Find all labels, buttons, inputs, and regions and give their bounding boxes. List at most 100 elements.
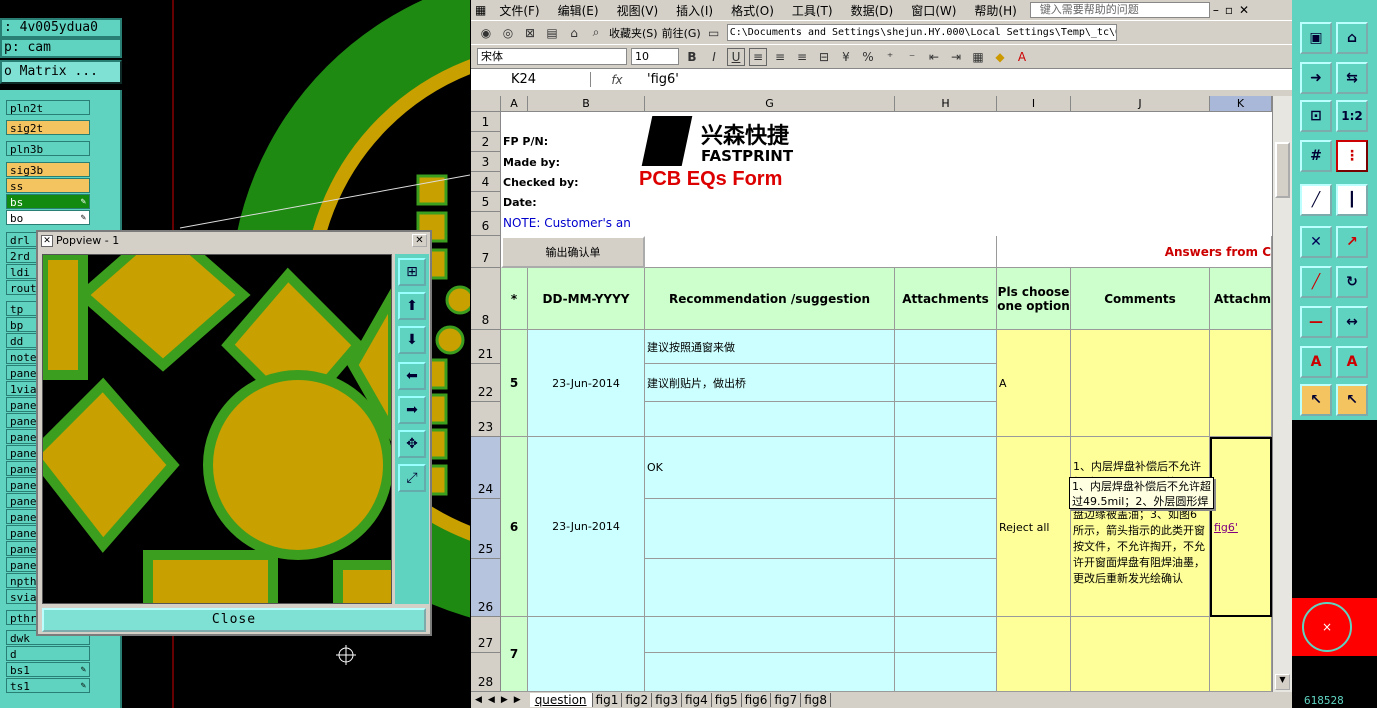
tab-fig6[interactable]: fig6 [742,693,772,707]
text-a-icon[interactable]: A [1300,346,1332,378]
tab-fig1[interactable]: fig1 [593,693,623,707]
record-number[interactable]: 5 [501,330,528,437]
move-icon[interactable]: ➜ [1300,62,1332,94]
vertical-scrollbar[interactable]: ▼ [1272,96,1292,692]
layer-item-ss[interactable]: ss [6,178,90,193]
text-edit-icon[interactable]: A [1336,346,1368,378]
line-icon[interactable]: ╱ [1300,184,1332,216]
back-icon[interactable]: ◉ [477,24,495,42]
popview-canvas[interactable] [42,254,392,604]
attachment-link-cell[interactable]: fig6' [1210,437,1272,617]
comments-cell[interactable] [1071,330,1210,437]
recommendation-cell[interactable] [645,499,895,559]
italic-button[interactable]: I [705,48,723,66]
close-icon[interactable]: ✕ [1236,3,1252,17]
home-icon[interactable]: ⌂ [565,24,583,42]
pan-up-icon[interactable]: ⬆ [398,292,426,320]
display-icon[interactable]: ▣ [1300,22,1332,54]
attachment-cell[interactable] [895,617,997,653]
menu-insert[interactable]: 插入(I) [667,2,722,19]
row-header[interactable]: 2 [471,132,501,152]
help-search-input[interactable]: 键入需要帮助的问题 [1029,2,1210,18]
row-header[interactable]: 22 [471,364,501,402]
hline-icon[interactable]: — [1300,306,1332,338]
currency-icon[interactable]: ¥ [837,48,855,66]
attachment-cell[interactable] [895,499,997,559]
menu-help[interactable]: 帮助(H) [965,2,1025,19]
fill-color-icon[interactable]: ◆ [991,48,1009,66]
col-header-k[interactable]: K [1210,96,1272,112]
cam-workspace[interactable]: : 4v005ydua0 p: cam o Matrix ... pln2t si… [0,0,470,708]
attachment-cell[interactable] [1210,330,1272,437]
scale-icon[interactable]: 1:2 [1336,100,1368,132]
layer-item-bo[interactable]: bo ✎ [6,210,90,225]
output-confirm-button[interactable]: 输出确认单 [501,236,645,268]
attachment-cell[interactable] [895,559,997,617]
row-header[interactable]: 25 [471,499,501,559]
attachment-cell[interactable] [895,364,997,402]
menu-window[interactable]: 窗口(W) [902,2,965,19]
matrix-button[interactable]: o Matrix ... [0,60,122,84]
tab-fig2[interactable]: fig2 [622,693,653,707]
layer-item-ts1[interactable]: ts1 ✎ [6,678,90,693]
recommendation-cell[interactable]: OK [645,437,895,499]
menu-tools[interactable]: 工具(T) [783,2,842,19]
recommendation-cell[interactable] [645,402,895,437]
row-header[interactable]: 8 [471,268,501,330]
popview-titlebar[interactable]: ✕ Popview - 1 ✕ [38,232,430,250]
pan-left-icon[interactable]: ⬅ [398,362,426,390]
measure-icon[interactable]: ↔ [1336,306,1368,338]
delete-icon[interactable]: ✕ [1300,226,1332,258]
forward-icon[interactable]: ◎ [499,24,517,42]
record-number[interactable]: 6 [501,437,528,617]
popview-close-button[interactable]: Close [42,608,426,632]
attachment-cell[interactable] [895,653,997,692]
bold-button[interactable]: B [683,48,701,66]
row-header[interactable]: 24 [471,437,501,499]
choice-cell[interactable]: A [997,330,1071,437]
zoom-in-icon[interactable]: ✥ [398,430,426,458]
grid-icon[interactable]: # [1300,140,1332,172]
record-date[interactable]: 23-Jun-2014 [528,437,645,617]
attachment-cell[interactable] [1210,617,1272,692]
align-left-icon[interactable]: ≡ [749,47,767,66]
menu-view[interactable]: 视图(V) [608,2,668,19]
borders-icon[interactable]: ▦ [969,48,987,66]
row-header[interactable]: 21 [471,330,501,364]
font-size-select[interactable]: 10 [631,48,679,65]
outdent-icon[interactable]: ⇤ [925,48,943,66]
show-only-toolbar-icon[interactable]: ▭ [705,24,723,42]
menu-data[interactable]: 数据(D) [842,2,903,19]
comments-cell[interactable] [1071,617,1210,692]
zoom-window-icon[interactable]: ⊞ [398,258,426,286]
record-date[interactable]: 23-Jun-2014 [528,330,645,437]
worksheet-grid[interactable]: A B G H I J K 1 2 3 4 5 6 7 8 21 22 23 2… [471,96,1272,692]
row-header[interactable]: 7 [471,236,501,268]
scrollbar-thumb[interactable] [1275,142,1290,198]
add-point-icon[interactable]: ↗ [1336,226,1368,258]
tab-fig7[interactable]: fig7 [771,693,802,707]
tab-fig3[interactable]: fig3 [652,693,682,707]
row-header[interactable]: 23 [471,402,501,437]
pan-right-icon[interactable]: ➡ [398,396,426,424]
target-indicator[interactable]: × [1292,598,1377,656]
attachment-cell[interactable] [895,402,997,437]
restore-icon[interactable]: ▫ [1222,3,1236,17]
select-area-icon[interactable]: ↖ [1336,384,1368,416]
choice-cell[interactable]: Reject all [997,437,1071,617]
row-header[interactable]: 4 [471,172,501,192]
row-header[interactable]: 1 [471,112,501,132]
underline-button[interactable]: U [727,47,745,66]
ruler-icon[interactable]: ┃ [1336,184,1368,216]
snap-icon[interactable]: ⊡ [1300,100,1332,132]
layer-item-pln2t[interactable]: pln2t [6,100,90,115]
menu-file[interactable]: 文件(F) [490,2,548,19]
select-all-corner[interactable] [471,96,501,112]
draw-line-icon[interactable]: ╱ [1300,266,1332,298]
home-view-icon[interactable]: ⌂ [1336,22,1368,54]
tab-fig5[interactable]: fig5 [712,693,742,707]
mirror-icon[interactable]: ⇆ [1336,62,1368,94]
address-input[interactable]: C:\Documents and Settings\shejun.HY.000\… [726,24,1117,41]
recommendation-cell[interactable]: 建议按照通窗来做 [645,330,895,364]
row-header[interactable]: 6 [471,212,501,236]
